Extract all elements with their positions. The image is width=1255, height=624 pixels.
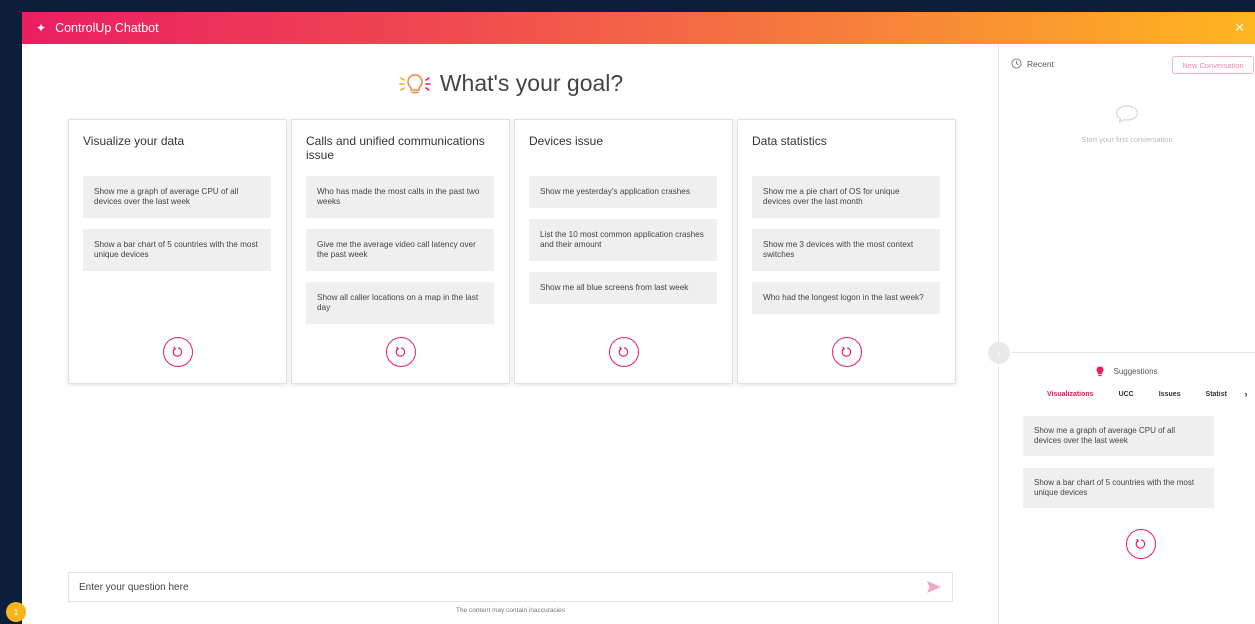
empty-state-text: Start your first conversation — [1081, 135, 1173, 144]
suggestion-prompt[interactable]: Show me 3 devices with the most context … — [752, 229, 940, 271]
suggestion-tabs: Visualizations UCC Issues Statist › — [1047, 389, 1248, 399]
card-title: Devices issue — [529, 134, 604, 148]
card-title: Data statistics — [752, 134, 827, 148]
page-heading: What's your goal? — [22, 70, 999, 97]
refresh-button[interactable] — [608, 337, 639, 367]
lightbulb-icon — [398, 72, 432, 96]
collapse-sidebar-button[interactable]: › — [988, 342, 1010, 364]
send-icon[interactable] — [926, 579, 942, 595]
lightbulb-icon — [1096, 366, 1104, 377]
sidebar-suggestion-prompt[interactable]: Show a bar chart of 5 countries with the… — [1023, 468, 1214, 508]
main-panel: What's your goal? Visualize your data Sh… — [22, 44, 999, 624]
refresh-icon — [618, 346, 628, 357]
recent-header: Recent — [1011, 58, 1054, 69]
chat-bubble-icon — [1115, 105, 1139, 123]
suggestion-prompt[interactable]: Who had the longest logon in the last we… — [752, 282, 940, 314]
card-calls-ucc: Calls and unified communications issue W… — [291, 119, 510, 384]
question-input[interactable] — [79, 581, 926, 593]
suggestion-prompt[interactable]: Show me yesterday's application crashes — [529, 176, 717, 208]
suggestions-header: Suggestions — [999, 366, 1255, 377]
suggestion-prompt[interactable]: Who has made the most calls in the past … — [306, 176, 494, 218]
suggestion-prompt[interactable]: Show me all blue screens from last week — [529, 272, 717, 304]
title-bar: ✦ ControlUp Chatbot ✕ — [22, 12, 1255, 44]
heading-text: What's your goal? — [439, 70, 624, 96]
refresh-icon — [395, 346, 405, 357]
tab-issues[interactable]: Issues — [1159, 391, 1181, 398]
new-conversation-button[interactable]: New Conversation — [1172, 56, 1254, 74]
refresh-button[interactable] — [1126, 529, 1156, 559]
refresh-button[interactable] — [831, 337, 862, 367]
tab-statistics[interactable]: Statist — [1206, 391, 1237, 398]
desktop-background-left — [0, 0, 22, 624]
question-input-bar — [68, 572, 953, 602]
suggestion-prompt[interactable]: Show me a graph of average CPU of all de… — [83, 176, 271, 218]
card-data-statistics: Data statistics Show me a pie chart of O… — [737, 119, 956, 384]
notification-badge[interactable]: 1 — [6, 602, 26, 622]
suggestion-prompt[interactable]: Show me a pie chart of OS for unique dev… — [752, 176, 940, 218]
app-title: ControlUp Chatbot — [55, 21, 159, 35]
refresh-icon — [1135, 538, 1146, 549]
disclaimer-text: The content may contain inaccuracies — [455, 607, 566, 614]
suggestion-prompt[interactable]: Give me the average video call latency o… — [306, 229, 494, 271]
chatbot-window: ✦ ControlUp Chatbot ✕ What's your goal? … — [22, 12, 1255, 624]
sidebar-suggestion-prompt[interactable]: Show me a graph of average CPU of all de… — [1023, 416, 1214, 456]
suggestion-prompt[interactable]: List the 10 most common application cras… — [529, 219, 717, 261]
card-title: Visualize your data — [83, 134, 185, 148]
card-devices-issue: Devices issue Show me yesterday's applic… — [514, 119, 733, 384]
desktop-background-top — [0, 0, 1255, 12]
section-divider — [1011, 352, 1255, 353]
refresh-icon — [841, 346, 851, 357]
recent-label: Recent — [1027, 58, 1054, 69]
refresh-button[interactable] — [385, 337, 416, 367]
refresh-icon — [172, 346, 182, 357]
card-visualize-data: Visualize your data Show me a graph of a… — [68, 119, 287, 384]
goal-cards: Visualize your data Show me a graph of a… — [68, 119, 956, 384]
sparkle-icon: ✦ — [36, 21, 47, 35]
refresh-button[interactable] — [162, 337, 193, 367]
card-title: Calls and unified communications issue — [306, 134, 485, 162]
close-button[interactable]: ✕ — [1234, 20, 1245, 36]
suggestions-label: Suggestions — [1113, 367, 1158, 376]
sidebar: Recent New Conversation Start your first… — [988, 44, 1255, 624]
empty-conversations: Start your first conversation — [999, 104, 1255, 144]
tab-visualizations[interactable]: Visualizations — [1047, 391, 1094, 398]
tab-ucc[interactable]: UCC — [1119, 391, 1134, 398]
suggestion-prompt[interactable]: Show all caller locations on a map in th… — [306, 282, 494, 324]
chevron-right-icon: › — [997, 348, 1001, 358]
suggestion-prompt[interactable]: Show a bar chart of 5 countries with the… — [83, 229, 271, 271]
chevron-right-icon[interactable]: › — [1245, 389, 1248, 399]
clock-icon — [1011, 58, 1022, 69]
